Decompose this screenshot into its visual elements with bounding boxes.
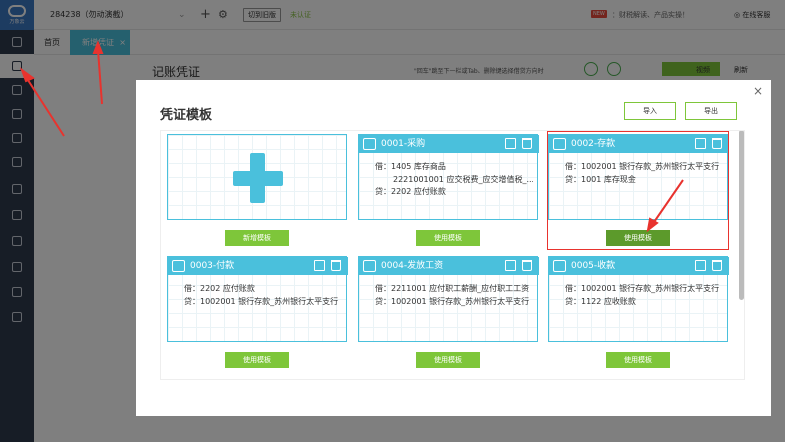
use-template-button[interactable]: 使用模板 [416, 230, 480, 246]
template-line: 借：2202 应付账款 [184, 284, 255, 293]
template-line: 贷：1002001 银行存款_苏州银行太平支行 [184, 297, 339, 306]
edit-icon[interactable] [505, 138, 516, 149]
template-header: 0005-收款 [549, 257, 729, 275]
template-line: 借：1405 库存商品 [375, 162, 446, 171]
trash-icon[interactable] [522, 138, 532, 149]
trash-icon[interactable] [522, 260, 532, 271]
trash-icon[interactable] [712, 260, 722, 271]
template-name: 0005-收款 [571, 261, 616, 271]
template-name: 0004-发放工资 [381, 261, 444, 271]
template-box: 0004-发放工资 借：2211001 应付职工薪酬_应付职工工资 贷：1002… [358, 256, 539, 342]
template-box: 0003-付款 借：2202 应付账款 贷：1002001 银行存款_苏州银行太… [167, 256, 348, 342]
edit-icon[interactable] [695, 260, 706, 271]
cart-icon [363, 138, 376, 150]
payment-icon [172, 260, 185, 272]
template-name: 0001-采购 [381, 139, 426, 149]
receipt-icon [553, 260, 566, 272]
add-template-box[interactable] [167, 134, 347, 220]
template-line: 贷：1002001 银行存款_苏州银行太平支行 [375, 297, 530, 306]
template-header: 0001-采购 [359, 135, 539, 153]
edit-icon[interactable] [505, 260, 516, 271]
plus-icon-bar [233, 171, 283, 186]
use-template-button[interactable]: 使用模板 [606, 352, 670, 368]
use-template-button[interactable]: 使用模板 [225, 352, 289, 368]
template-header: 0004-发放工资 [359, 257, 539, 275]
template-box: 0005-收款 借：1002001 银行存款_苏州银行太平支行 贷：1122 应… [548, 256, 729, 342]
export-button[interactable]: 导出 [685, 102, 737, 120]
add-template-card: 新增模板 [167, 134, 347, 252]
template-line: 借：2211001 应付职工薪酬_应付职工工资 [375, 284, 530, 293]
modal-title: 凭证模板 [160, 108, 213, 123]
template-card: 0005-收款 借：1002001 银行存款_苏州银行太平支行 贷：1122 应… [548, 256, 729, 374]
template-header: 0003-付款 [168, 257, 348, 275]
import-button[interactable]: 导入 [624, 102, 676, 120]
add-template-button[interactable]: 新增模板 [225, 230, 289, 246]
use-template-button[interactable]: 使用模板 [416, 352, 480, 368]
template-line: 贷：2202 应付账款 [375, 187, 446, 196]
template-card: 0004-发放工资 借：2211001 应付职工薪酬_应付职工工资 贷：1002… [358, 256, 539, 374]
template-card: 0001-采购 借：1405 库存商品 2221001001 应交税费_应交增值… [358, 134, 539, 252]
trash-icon[interactable] [331, 260, 341, 271]
template-box: 0001-采购 借：1405 库存商品 2221001001 应交税费_应交增值… [358, 134, 539, 220]
template-line: 2221001001 应交税费_应交增值税_... [393, 175, 533, 184]
template-line: 贷：1122 应收账款 [565, 297, 636, 306]
edit-icon[interactable] [314, 260, 325, 271]
template-card: 0003-付款 借：2202 应付账款 贷：1002001 银行存款_苏州银行太… [167, 256, 348, 374]
template-line: 借：1002001 银行存款_苏州银行太平支行 [565, 284, 720, 293]
highlight-box [547, 131, 729, 250]
salary-icon [363, 260, 376, 272]
template-name: 0003-付款 [190, 261, 235, 271]
close-icon[interactable]: × [753, 84, 763, 98]
